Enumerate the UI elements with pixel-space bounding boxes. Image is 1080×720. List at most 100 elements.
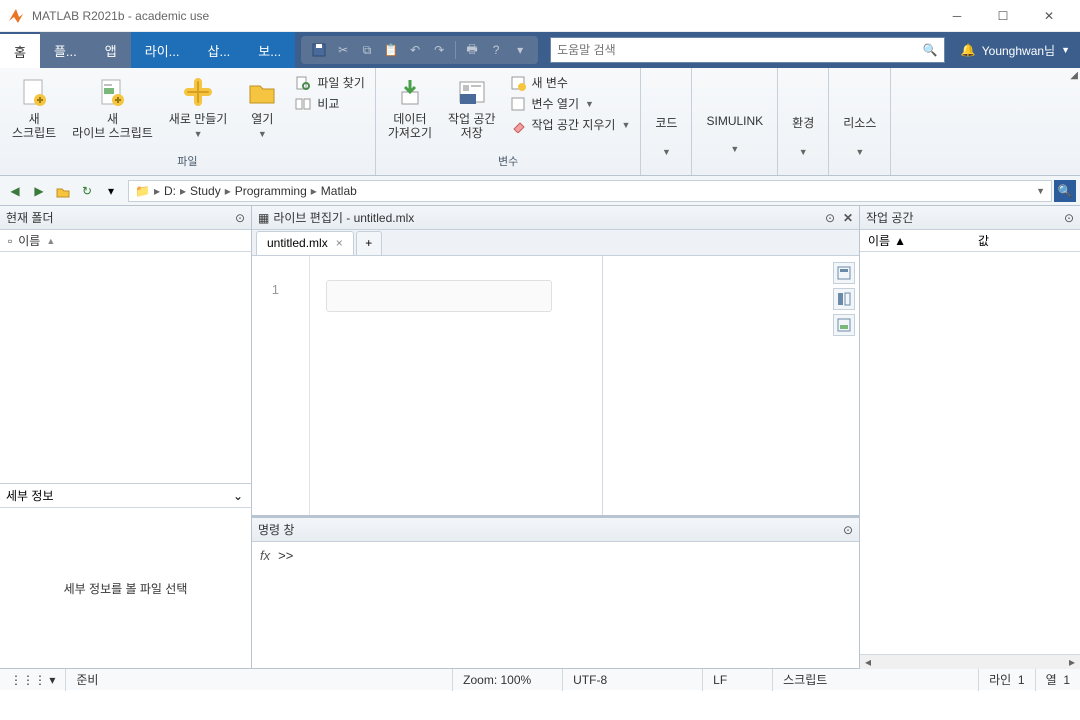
fx-icon[interactable]: fx: [260, 548, 270, 662]
forward-button[interactable]: ▶: [28, 180, 50, 202]
status-eol[interactable]: LF: [703, 669, 773, 691]
new-script-button[interactable]: 새 스크립트: [6, 72, 62, 144]
breadcrumb-item[interactable]: Matlab: [321, 184, 357, 198]
workspace-header[interactable]: 작업 공간 ⊙: [860, 206, 1080, 230]
new-button[interactable]: 새로 만들기▼: [163, 72, 234, 145]
status-col[interactable]: 열 1: [1036, 669, 1080, 691]
redo-icon[interactable]: ↷: [427, 38, 451, 62]
output-hide-icon[interactable]: [833, 314, 855, 336]
back-button[interactable]: ◀: [4, 180, 26, 202]
output-right-icon[interactable]: [833, 288, 855, 310]
ribbon-group-simulink: SIMULINK▼: [692, 68, 778, 175]
code-button[interactable]: 코드▼: [647, 72, 685, 161]
save-workspace-button[interactable]: 작업 공간 저장: [442, 72, 502, 144]
status-encoding[interactable]: UTF-8: [563, 669, 703, 691]
scroll-left-icon[interactable]: ◂: [860, 655, 876, 669]
ribbon-group-variable: 데이터 가져오기 작업 공간 저장 새 변수 변수 열기 ▼ 작업 공간 지우기…: [376, 68, 642, 175]
add-tab-button[interactable]: +: [356, 231, 382, 255]
address-bar: ◀ ▶ ↻ ▾ 📁 ▸ D: ▸ Study ▸ Programming ▸ M…: [0, 176, 1080, 206]
bell-icon[interactable]: 🔔: [961, 43, 976, 57]
status-zoom[interactable]: Zoom: 100%: [453, 669, 563, 691]
ribbon: 새 스크립트 새 라이브 스크립트 새로 만들기▼ 열기▼ 파일 찾기: [0, 68, 1080, 176]
scroll-right-icon[interactable]: ▸: [1064, 655, 1080, 669]
breadcrumb-item[interactable]: Programming: [235, 184, 307, 198]
live-editor-canvas[interactable]: 1: [252, 256, 859, 516]
tab-close-icon[interactable]: ×: [336, 236, 343, 250]
tab-home[interactable]: 홈: [0, 32, 40, 68]
workspace-col-value[interactable]: 값: [970, 230, 1080, 251]
panel-menu-icon[interactable]: ⊙: [843, 523, 853, 537]
search-icon[interactable]: 🔍: [923, 43, 938, 57]
workspace-col-name[interactable]: 이름▲: [860, 230, 970, 251]
user-menu[interactable]: 🔔 Younghwan님 ▼: [951, 32, 1080, 68]
status-mode[interactable]: 스크립트: [773, 669, 979, 691]
ribbon-group-code: 코드▼: [641, 68, 692, 175]
minimize-button[interactable]: ─: [934, 0, 980, 32]
status-grip[interactable]: ⋮⋮⋮ ▾: [0, 669, 66, 691]
workspace-hscroll[interactable]: ◂ ▸: [860, 654, 1080, 668]
save-icon[interactable]: [307, 38, 331, 62]
breadcrumb-drive[interactable]: D:: [164, 184, 176, 198]
nav-more-icon[interactable]: ▾: [100, 180, 122, 202]
new-variable-button[interactable]: 새 변수: [510, 74, 631, 91]
qat-more-icon[interactable]: ▾: [508, 38, 532, 62]
breadcrumb-dropdown-icon[interactable]: ▼: [1036, 186, 1045, 196]
find-files-button[interactable]: 파일 찾기: [295, 74, 365, 91]
current-folder-header[interactable]: 현재 폴더 ⊙: [0, 206, 251, 230]
ribbon-minimize-icon[interactable]: ◢: [1070, 70, 1078, 81]
breadcrumb[interactable]: 📁 ▸ D: ▸ Study ▸ Programming ▸ Matlab ▼: [128, 180, 1052, 202]
command-window-panel: 명령 창 ⊙ fx >>: [252, 518, 859, 668]
line-gutter: 1: [252, 256, 310, 515]
close-button[interactable]: ✕: [1026, 0, 1072, 32]
workspace-area: 현재 폴더 ⊙ ▫ 이름 ▲ 세부 정보 ⌄ 세부 정보를 볼 파일 선택 ▦ …: [0, 206, 1080, 668]
ribbon-group-environment: 환경▼: [778, 68, 829, 175]
breadcrumb-item[interactable]: Study: [190, 184, 221, 198]
command-window-body[interactable]: fx >>: [252, 542, 859, 668]
command-window-header[interactable]: 명령 창 ⊙: [252, 518, 859, 542]
new-live-script-button[interactable]: 새 라이브 스크립트: [66, 72, 159, 144]
quick-access-toolbar: ✂ ⧉ 📋 ↶ ↷ 🖶 ? ▾: [301, 36, 538, 64]
path-search-button[interactable]: 🔍: [1054, 180, 1076, 202]
status-line[interactable]: 라인 1: [979, 669, 1035, 691]
panel-close-icon[interactable]: ✕: [843, 211, 853, 225]
help-icon[interactable]: ?: [484, 38, 508, 62]
current-folder-list[interactable]: [0, 252, 251, 483]
browse-button[interactable]: ↻: [76, 180, 98, 202]
details-header[interactable]: 세부 정보 ⌄: [0, 484, 251, 508]
cut-icon[interactable]: ✂: [331, 38, 355, 62]
tab-plots[interactable]: 플...: [40, 32, 91, 68]
help-search-input[interactable]: [557, 43, 923, 57]
editor-tab[interactable]: untitled.mlx ×: [256, 231, 354, 255]
clear-workspace-button[interactable]: 작업 공간 지우기 ▼: [510, 116, 631, 133]
workspace-list[interactable]: [860, 252, 1080, 654]
tab-view[interactable]: 보...: [244, 32, 295, 68]
chevron-down-icon: ▼: [1061, 45, 1070, 55]
simulink-button[interactable]: SIMULINK▼: [698, 72, 771, 158]
ribbon-group-resources: 리소스▼: [829, 68, 891, 175]
import-data-button[interactable]: 데이터 가져오기: [382, 72, 438, 144]
tab-apps[interactable]: 앱: [91, 32, 131, 68]
panel-menu-icon[interactable]: ⊙: [235, 211, 245, 225]
resources-button[interactable]: 리소스▼: [835, 72, 884, 161]
titlebar: MATLAB R2021b - academic use ─ ☐ ✕: [0, 0, 1080, 32]
copy-icon[interactable]: ⧉: [355, 38, 379, 62]
up-folder-button[interactable]: [52, 180, 74, 202]
tab-live-editor[interactable]: 라이...: [131, 32, 194, 68]
code-cell[interactable]: [326, 280, 552, 312]
chevron-down-icon[interactable]: ⌄: [233, 489, 243, 503]
open-variable-button[interactable]: 변수 열기 ▼: [510, 95, 631, 112]
panel-menu-icon[interactable]: ⊙: [825, 211, 835, 225]
paste-icon[interactable]: 📋: [379, 38, 403, 62]
print-icon[interactable]: 🖶: [460, 38, 484, 62]
tab-insert[interactable]: 삽...: [194, 32, 245, 68]
current-folder-column-name[interactable]: ▫ 이름 ▲: [0, 230, 251, 252]
help-search[interactable]: 🔍: [550, 37, 945, 63]
output-inline-icon[interactable]: [833, 262, 855, 284]
environment-button[interactable]: 환경▼: [784, 72, 822, 161]
compare-button[interactable]: 비교: [295, 95, 365, 112]
panel-menu-icon[interactable]: ⊙: [1064, 211, 1074, 225]
open-button[interactable]: 열기▼: [237, 72, 287, 145]
maximize-button[interactable]: ☐: [980, 0, 1026, 32]
undo-icon[interactable]: ↶: [403, 38, 427, 62]
live-editor-header[interactable]: ▦ 라이브 편집기 - untitled.mlx ⊙ ✕: [252, 206, 859, 230]
